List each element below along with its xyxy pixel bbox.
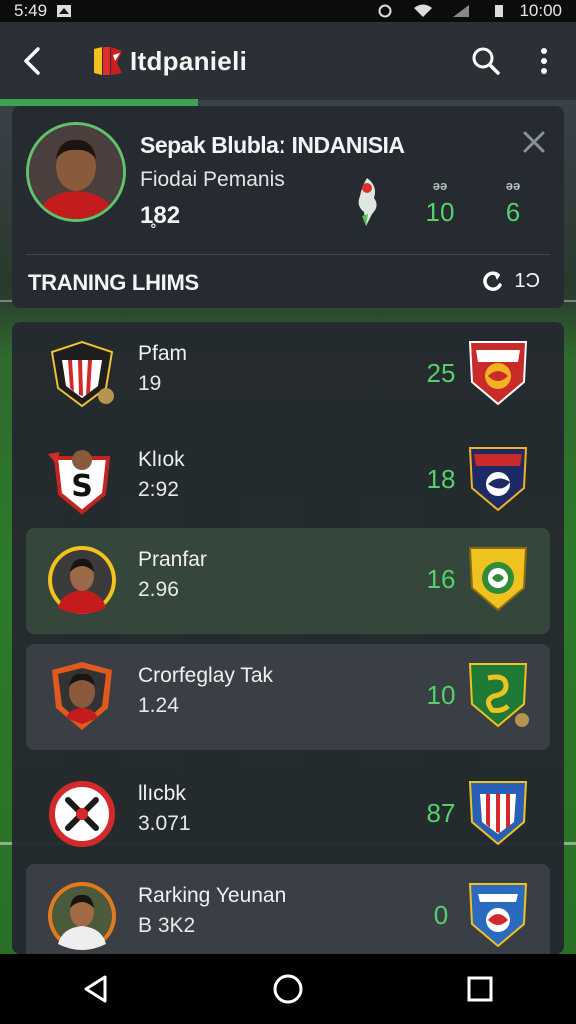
section-meta[interactable]: 1Ɔ bbox=[482, 270, 540, 293]
ranking-list: Pfam 19 25 S Klıok 2:92 18 Pranfar 2.96 … bbox=[12, 322, 564, 954]
divider bbox=[26, 254, 550, 255]
status-clock: 10:00 bbox=[519, 1, 562, 20]
stat-value: 6 bbox=[505, 197, 521, 227]
list-item-highlighted[interactable]: Crorfeglay Tak 1.24 10 bbox=[26, 644, 550, 750]
stat-label: ǝǝ bbox=[505, 178, 521, 193]
row-value: 19 bbox=[138, 372, 162, 395]
close-icon bbox=[523, 131, 545, 153]
row-value: 2:92 bbox=[138, 478, 179, 501]
row-score: 0 bbox=[433, 900, 449, 930]
club-crest-icon bbox=[468, 447, 528, 512]
club-crest-icon bbox=[468, 883, 528, 948]
profile-subtitle: Fiodai Pemanis bbox=[140, 168, 285, 191]
battery-icon bbox=[495, 5, 504, 17]
row-score: 10 bbox=[426, 680, 456, 710]
flame-icon bbox=[358, 178, 377, 226]
system-nav-bar bbox=[0, 954, 576, 1024]
club-crest-icon bbox=[468, 781, 528, 846]
signal-icon bbox=[453, 5, 470, 17]
list-item[interactable]: llıcbk 3.071 87 bbox=[12, 762, 564, 868]
nav-home-button[interactable] bbox=[268, 969, 308, 1009]
row-value: 3.071 bbox=[138, 812, 191, 835]
row-value: 2.96 bbox=[138, 578, 179, 601]
player-avatar bbox=[52, 662, 112, 730]
more-vert-icon bbox=[541, 48, 547, 74]
row-score: 87 bbox=[426, 798, 456, 828]
club-crest-icon bbox=[50, 340, 114, 408]
app-title: Itdpanieli bbox=[130, 45, 248, 76]
wifi-icon bbox=[414, 4, 433, 17]
profile-number: 1̥82 bbox=[140, 202, 181, 229]
app-logo-icon bbox=[94, 47, 122, 75]
more-options-button[interactable] bbox=[526, 43, 562, 79]
status-bar: 5:49 10:00 bbox=[0, 0, 576, 22]
back-triangle-icon bbox=[84, 975, 107, 1003]
player-avatar bbox=[48, 882, 116, 950]
profile-avatar bbox=[26, 122, 126, 222]
club-crest-icon bbox=[468, 341, 528, 406]
profile-name: Sepak Blublaː INDANISIA bbox=[140, 132, 405, 158]
profile-card: Sepak Blublaː INDANISIA Fiodai Pemanis 1… bbox=[12, 106, 564, 308]
stat-value: 10 bbox=[425, 197, 455, 227]
row-score: 25 bbox=[426, 358, 456, 388]
back-button[interactable] bbox=[14, 43, 50, 79]
player-avatar bbox=[48, 546, 116, 614]
close-button[interactable] bbox=[520, 128, 548, 156]
back-arrow-icon bbox=[24, 47, 40, 75]
list-item-highlighted[interactable]: Rarking Yeunan B 3K2 0 bbox=[26, 864, 550, 954]
club-crest-icon bbox=[468, 547, 528, 612]
app-bar: Itdpanieli bbox=[0, 22, 576, 100]
row-score: 16 bbox=[426, 564, 456, 594]
nav-back-button[interactable] bbox=[76, 969, 116, 1009]
club-crest-icon bbox=[468, 663, 529, 728]
club-crest-icon: S bbox=[48, 450, 111, 515]
nav-recents-button[interactable] bbox=[460, 969, 500, 1009]
section-title: TRANING LHIMS bbox=[28, 270, 199, 295]
alarm-icon bbox=[378, 4, 392, 18]
row-name: Klıok bbox=[138, 448, 185, 471]
search-icon bbox=[472, 47, 500, 75]
notification-icon bbox=[57, 5, 72, 17]
row-value: B 3K2 bbox=[138, 914, 196, 937]
recents-square-icon bbox=[467, 976, 493, 1002]
refresh-icon bbox=[483, 271, 503, 291]
row-name: Pranfar bbox=[138, 548, 207, 571]
club-crest-icon bbox=[49, 781, 115, 847]
stat-label: ǝǝ bbox=[432, 178, 448, 193]
svg-text:S: S bbox=[71, 469, 93, 504]
home-circle-icon bbox=[273, 974, 303, 1004]
row-name: llıcbk bbox=[138, 782, 186, 805]
row-name: Rarking Yeunan bbox=[138, 884, 287, 907]
row-score: 18 bbox=[426, 464, 456, 494]
list-item[interactable]: S Klıok 2:92 18 bbox=[12, 428, 564, 534]
status-time: 5:49 bbox=[14, 1, 48, 20]
section-count: 1Ɔ bbox=[514, 270, 540, 292]
list-item-highlighted[interactable]: Pranfar 2.96 16 bbox=[26, 528, 550, 634]
progress-accent-line bbox=[0, 99, 198, 106]
stat-column-1: ǝǝ 10 bbox=[415, 178, 465, 228]
list-item[interactable]: Pfam 19 25 bbox=[12, 322, 564, 428]
search-button[interactable] bbox=[468, 43, 504, 79]
row-name: Pfam bbox=[138, 342, 188, 365]
stat-column-2: ǝǝ 6 bbox=[488, 178, 538, 228]
row-name: Crorfeglay Tak bbox=[138, 664, 274, 687]
row-value: 1.24 bbox=[138, 694, 179, 717]
